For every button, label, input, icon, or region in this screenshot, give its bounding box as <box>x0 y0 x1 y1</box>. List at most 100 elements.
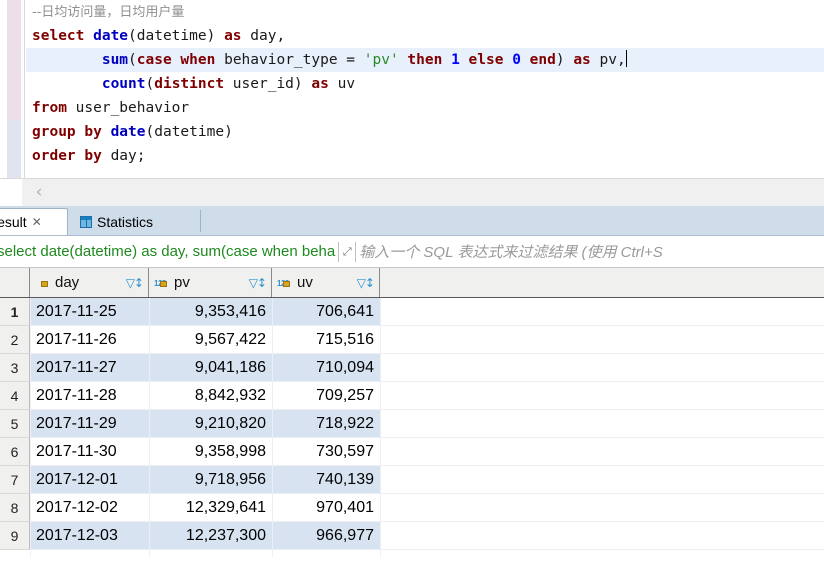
filter-sort-icon-day[interactable]: ▽↕ <box>126 276 144 290</box>
cell-uv[interactable]: 966,977 <box>272 522 380 550</box>
table-row[interactable]: 4 2017-11-28 8,842,932 709,257 <box>0 382 824 410</box>
tab-result-close-icon[interactable]: ✕ <box>32 215 42 229</box>
table-row[interactable]: 1 2017-11-25 9,353,416 706,641 <box>0 298 824 326</box>
row-number[interactable]: 1 <box>0 298 30 326</box>
row-number[interactable]: 2 <box>0 326 30 354</box>
token-plain: uv <box>328 76 356 92</box>
cell-pv[interactable]: 9,210,820 <box>149 410 272 438</box>
code-line-1: --日均访问量，日均用户量 <box>26 0 824 24</box>
sql-code-area[interactable]: --日均访问量，日均用户量 select date(datetime) as da… <box>26 0 824 178</box>
cell-pv[interactable]: 9,353,416 <box>149 298 272 326</box>
cell-pv[interactable]: 12,329,641 <box>149 494 272 522</box>
cell-uv[interactable]: 970,401 <box>272 494 380 522</box>
table-row[interactable]: 5 2017-11-29 9,210,820 718,922 <box>0 410 824 438</box>
result-grid[interactable]: day ▽↕ 123 pv ▽↕ 123 uv ▽↕ 12017-11-259,… <box>0 268 824 557</box>
sql-editor[interactable]: --日均访问量，日均用户量 select date(datetime) as da… <box>0 0 824 178</box>
token-fn: date <box>110 124 146 140</box>
cell-uv[interactable]: 706,641 <box>272 298 380 326</box>
table-row[interactable]: 3 2017-11-27 9,041,186 710,094 <box>0 354 824 382</box>
tab-result[interactable]: Result ✕ <box>0 208 68 235</box>
token-fn: date <box>93 28 129 44</box>
cell-day[interactable]: 2017-11-29 <box>30 410 149 438</box>
cell-uv[interactable]: 715,516 <box>272 326 380 354</box>
row-number[interactable]: 8 <box>0 494 30 522</box>
cell-day[interactable]: 2017-11-27 <box>30 354 149 382</box>
cell-pv[interactable]: 8,842,932 <box>149 382 272 410</box>
token-kw: as <box>311 76 329 92</box>
table-row[interactable]: 6 2017-11-30 9,358,998 730,597 <box>0 438 824 466</box>
change-bar-unmodified <box>7 120 21 178</box>
token-plain: ( <box>128 52 137 68</box>
executed-query-text: select date(datetime) as day, sum(case w… <box>0 243 336 260</box>
cell-filler <box>380 494 824 522</box>
filter-sort-icon-pv[interactable]: ▽↕ <box>249 276 267 290</box>
token-plain: user_behavior <box>66 100 190 116</box>
cell-pv[interactable]: 9,358,998 <box>149 438 272 466</box>
cell-pv[interactable]: 9,718,956 <box>149 466 272 494</box>
token-kw: else <box>459 52 504 68</box>
row-number[interactable]: 3 <box>0 354 30 382</box>
token-plain: pv, <box>590 52 626 68</box>
expand-icon[interactable]: ⤢ <box>338 241 357 262</box>
cell-day[interactable]: 2017-12-02 <box>30 494 149 522</box>
filter-input-placeholder[interactable]: 输入一个 SQL 表达式来过滤结果 (使用 Ctrl+S <box>359 241 663 262</box>
token-plain: day, <box>241 28 286 44</box>
token-plain: user_id) <box>224 76 312 92</box>
row-number[interactable]: 4 <box>0 382 30 410</box>
cell-filler <box>380 382 824 410</box>
grid-column-line-1 <box>149 298 150 557</box>
cell-day[interactable]: 2017-11-25 <box>30 298 149 326</box>
filter-sort-icon-uv[interactable]: ▽↕ <box>357 276 375 290</box>
cell-filler <box>380 326 824 354</box>
token-comment: --日均访问量，日均用户量 <box>32 5 185 20</box>
column-header-uv[interactable]: 123 uv ▽↕ <box>272 268 380 297</box>
cell-uv[interactable]: 730,597 <box>272 438 380 466</box>
cell-filler <box>380 438 824 466</box>
header-rownum-corner[interactable] <box>0 268 30 297</box>
token-kw: distinct <box>154 76 225 92</box>
cell-day[interactable]: 2017-11-30 <box>30 438 149 466</box>
code-line-5: from user_behavior <box>26 96 824 120</box>
row-number[interactable]: 9 <box>0 522 30 550</box>
column-header-pv-label: pv <box>174 274 190 291</box>
editor-gutter-rule <box>24 0 25 178</box>
row-number[interactable]: 6 <box>0 438 30 466</box>
cell-uv[interactable]: 710,094 <box>272 354 380 382</box>
cell-day[interactable]: 2017-12-01 <box>30 466 149 494</box>
token-str: 'pv' <box>363 52 399 68</box>
row-number[interactable]: 5 <box>0 410 30 438</box>
cell-uv[interactable]: 740,139 <box>272 466 380 494</box>
token-kw: from <box>32 100 67 116</box>
row-number[interactable]: 7 <box>0 466 30 494</box>
cell-uv[interactable]: 718,922 <box>272 410 380 438</box>
token-kw: as <box>224 28 242 44</box>
cell-pv[interactable]: 9,041,186 <box>149 354 272 382</box>
collapse-left-icon[interactable]: ‹ <box>30 183 48 201</box>
code-line-3: sum(case when behavior_type = 'pv' then … <box>26 48 824 72</box>
column-header-day[interactable]: day ▽↕ <box>30 268 149 297</box>
table-row[interactable]: 2 2017-11-26 9,567,422 715,516 <box>0 326 824 354</box>
table-row[interactable]: 9 2017-12-03 12,237,300 966,977 <box>0 522 824 550</box>
result-tabbar: Result ✕ Statistics <box>0 206 824 236</box>
code-line-4: count(distinct user_id) as uv <box>26 72 824 96</box>
token-kw: then <box>398 52 443 68</box>
cell-pv[interactable]: 12,237,300 <box>149 522 272 550</box>
number-lock-icon-pv: 123 <box>154 276 170 290</box>
toolbar-left-cap <box>0 179 22 206</box>
cell-day[interactable]: 2017-11-26 <box>30 326 149 354</box>
cell-day[interactable]: 2017-12-03 <box>30 522 149 550</box>
token-plain: ) <box>555 52 574 68</box>
token-kw: order by <box>32 148 102 164</box>
cell-pv[interactable]: 9,567,422 <box>149 326 272 354</box>
table-row[interactable]: 8 2017-12-02 12,329,641 970,401 <box>0 494 824 522</box>
cell-uv[interactable]: 709,257 <box>272 382 380 410</box>
table-row[interactable]: 7 2017-12-01 9,718,956 740,139 <box>0 466 824 494</box>
token-plain: (datetime) <box>145 124 233 140</box>
tab-statistics[interactable]: Statistics <box>72 208 161 235</box>
cell-filler <box>380 522 824 550</box>
column-header-pv[interactable]: 123 pv ▽↕ <box>149 268 272 297</box>
cell-day[interactable]: 2017-11-28 <box>30 382 149 410</box>
result-filter-bar[interactable]: select date(datetime) as day, sum(case w… <box>0 236 824 268</box>
result-grid-body[interactable]: 1 2017-11-25 9,353,416 706,641 2 2017-11-26 9,… <box>0 298 824 550</box>
